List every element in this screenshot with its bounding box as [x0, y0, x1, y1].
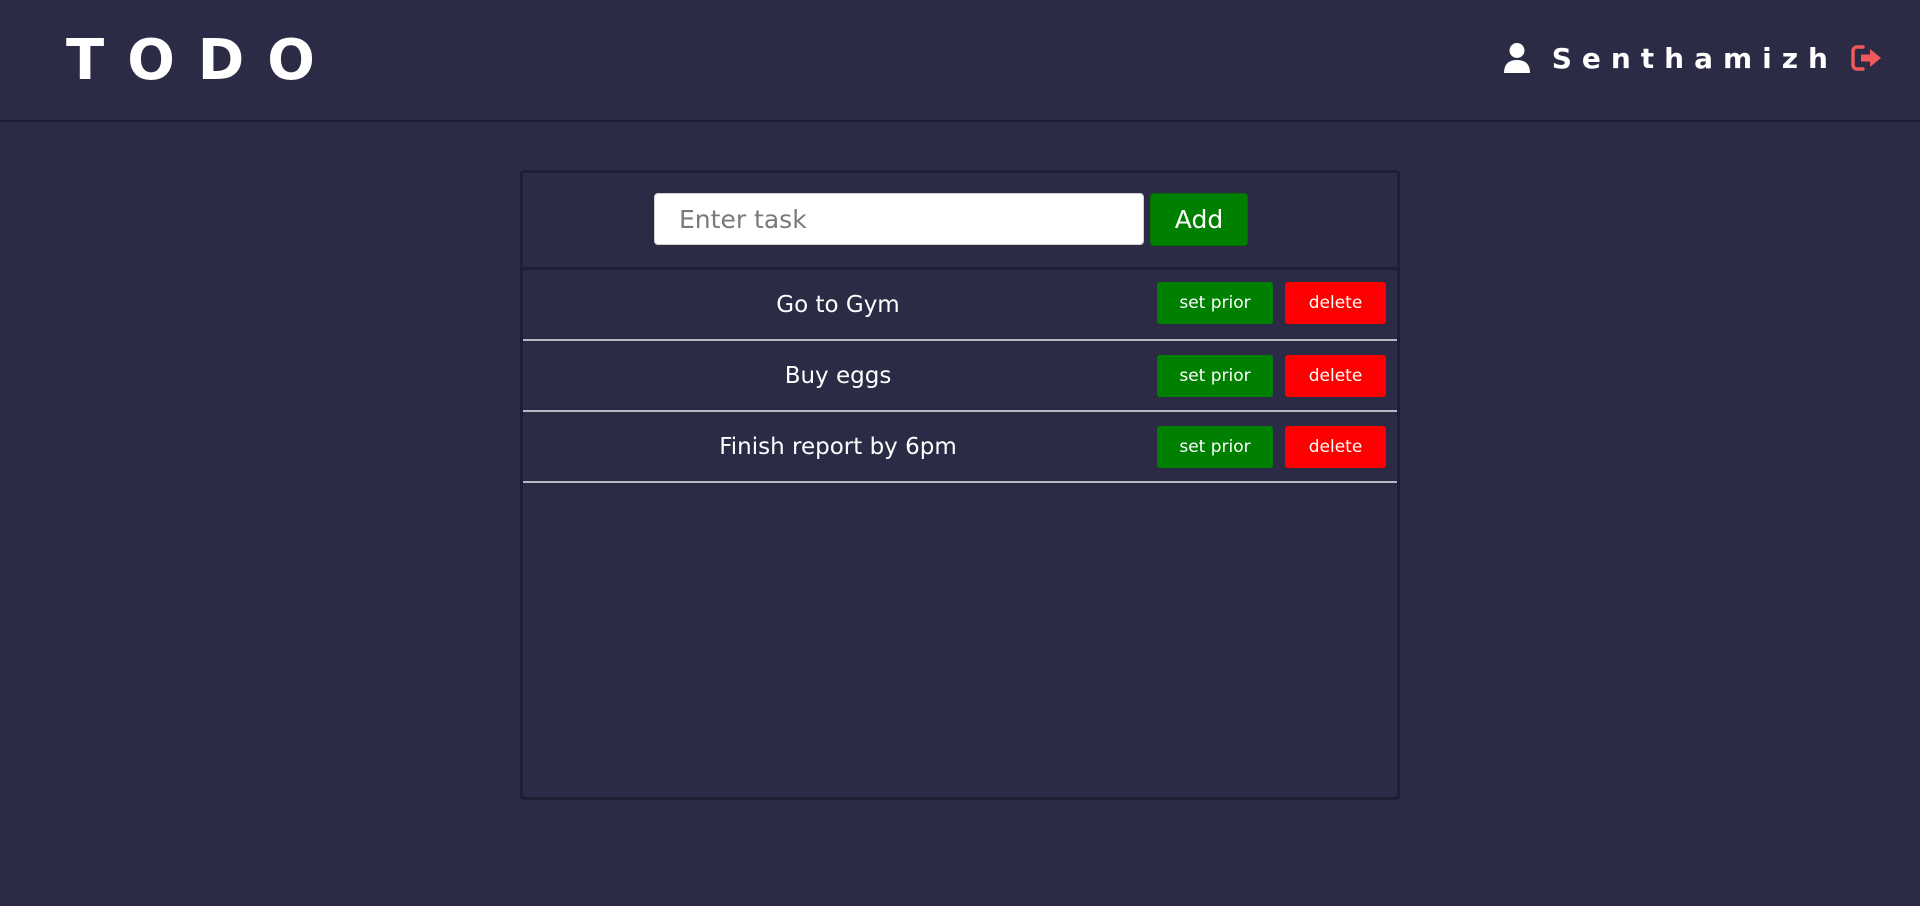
task-row: Buy eggs set prior delete — [523, 341, 1397, 412]
user-icon — [1502, 41, 1532, 75]
set-priority-button[interactable]: set prior — [1157, 282, 1273, 324]
delete-task-button[interactable]: delete — [1285, 355, 1386, 397]
task-row: Go to Gym set prior delete — [523, 270, 1397, 341]
task-text: Go to Gym — [776, 291, 900, 318]
task-row: Finish report by 6pm set prior delete — [523, 412, 1397, 483]
user-area: Senthamizh — [1502, 38, 1884, 78]
task-form: Add — [523, 173, 1397, 270]
sign-out-icon[interactable] — [1850, 42, 1884, 74]
task-text: Buy eggs — [784, 362, 892, 389]
task-input[interactable] — [654, 193, 1144, 245]
task-text: Finish report by 6pm — [719, 433, 957, 460]
navbar: TODO Senthamizh — [0, 0, 1920, 122]
todo-panel: Add Go to Gym set prior delete Buy eggs … — [520, 170, 1400, 800]
set-priority-button[interactable]: set prior — [1157, 426, 1273, 468]
add-task-button[interactable]: Add — [1150, 193, 1248, 246]
set-priority-button[interactable]: set prior — [1157, 355, 1273, 397]
delete-task-button[interactable]: delete — [1285, 426, 1386, 468]
brand-title: TODO — [66, 28, 338, 93]
user-name: Senthamizh — [1551, 41, 1838, 75]
delete-task-button[interactable]: delete — [1285, 282, 1386, 324]
